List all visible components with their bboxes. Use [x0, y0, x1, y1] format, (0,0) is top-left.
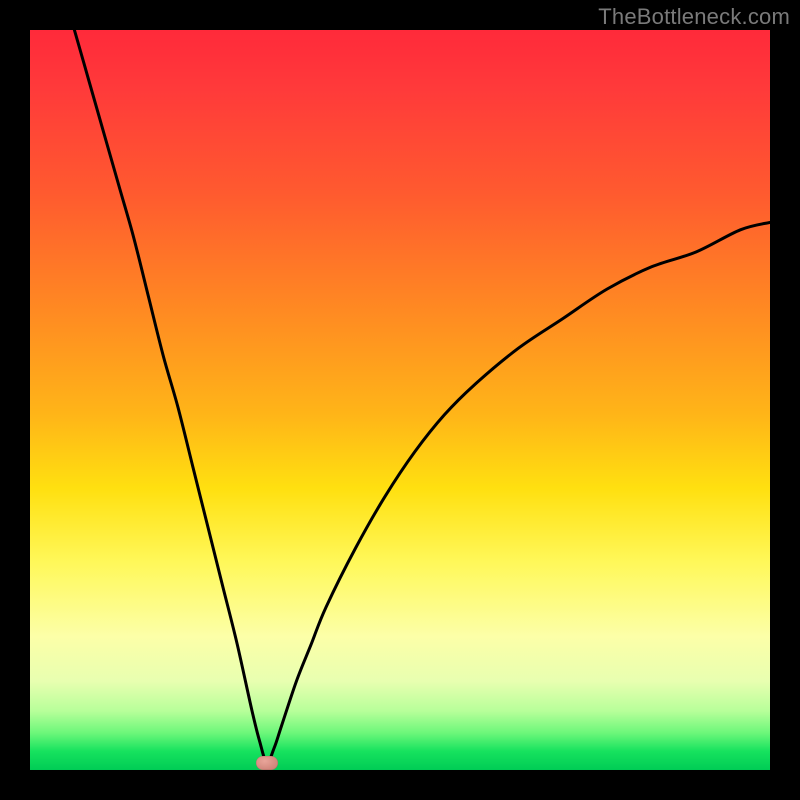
- chart-area: [30, 30, 770, 770]
- watermark-text: TheBottleneck.com: [598, 4, 790, 30]
- optimal-point-marker: [256, 756, 278, 770]
- bottleneck-curve: [30, 30, 770, 770]
- bottleneck-curve-path: [74, 30, 770, 763]
